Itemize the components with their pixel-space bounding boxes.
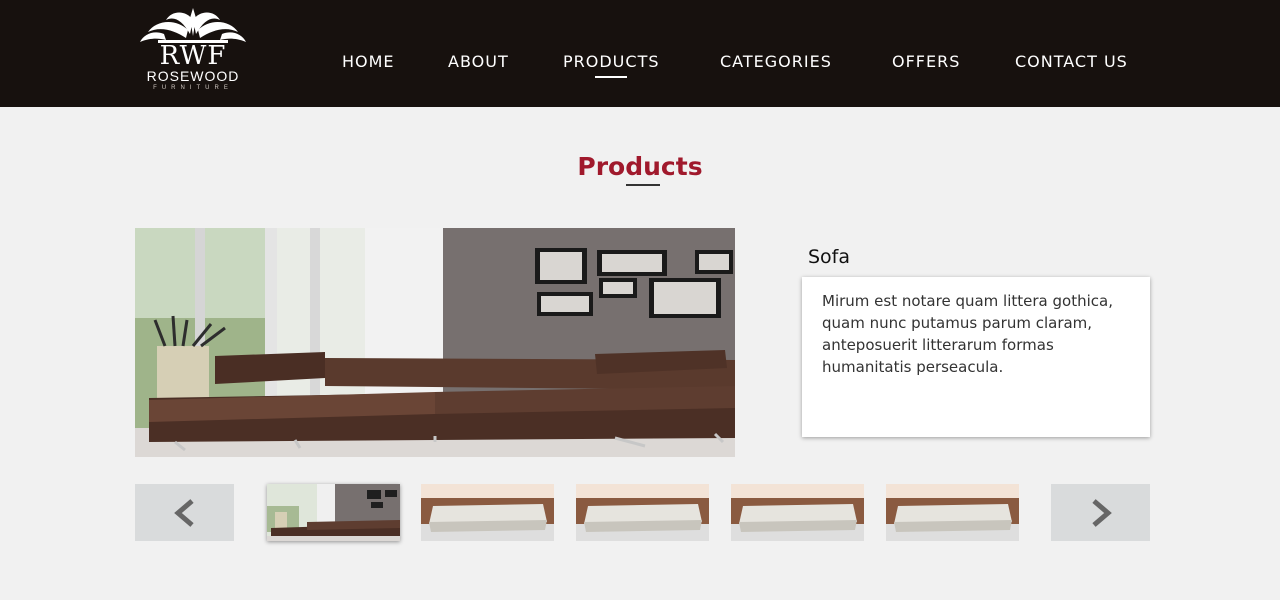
nav-contact-us[interactable]: CONTACT US <box>1015 52 1128 71</box>
nav-offers[interactable]: OFFERS <box>892 52 960 71</box>
thumbnail-sofa[interactable] <box>267 484 400 541</box>
chevron-left-icon <box>173 498 194 527</box>
title-underline <box>626 184 660 186</box>
thumbnail-ottoman-3[interactable] <box>731 484 864 541</box>
product-name: Sofa <box>808 246 851 268</box>
product-description-box: Mirum est notare quam littera gothica, q… <box>802 277 1150 437</box>
carousel-prev-button[interactable] <box>135 484 234 541</box>
nav-home[interactable]: HOME <box>342 52 395 71</box>
section-title: Products <box>577 152 703 181</box>
site-header: RWF ROSEWOOD FURNITURE HOME ABOUT PRODUC… <box>0 0 1280 107</box>
nav-categories[interactable]: CATEGORIES <box>720 52 832 71</box>
nav-products[interactable]: PRODUCTS <box>563 52 660 78</box>
thumbnail-ottoman-4[interactable] <box>886 484 1019 541</box>
fleur-icon <box>140 8 246 43</box>
brand-tagline: FURNITURE <box>153 85 233 91</box>
chevron-right-icon <box>1091 498 1112 527</box>
carousel-next-button[interactable] <box>1051 484 1150 541</box>
thumbnail-ottoman-2[interactable] <box>576 484 709 541</box>
thumbnail-ottoman-1[interactable] <box>421 484 554 541</box>
nav-about[interactable]: ABOUT <box>448 52 509 71</box>
product-main-image <box>135 228 735 457</box>
main-nav: HOME ABOUT PRODUCTS CATEGORIES OFFERS CO… <box>0 52 1280 82</box>
product-description: Mirum est notare quam littera gothica, q… <box>822 292 1113 376</box>
